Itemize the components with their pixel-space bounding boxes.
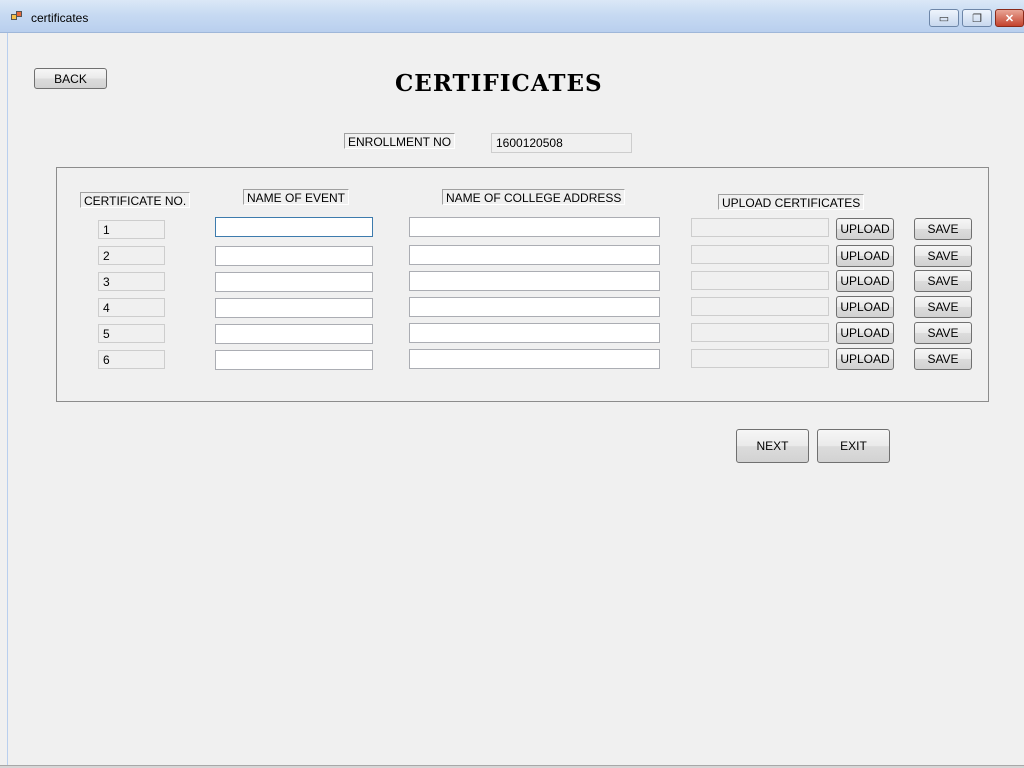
event-input-2[interactable] bbox=[215, 246, 373, 266]
event-input-4[interactable] bbox=[215, 298, 373, 318]
upload-path-2 bbox=[691, 245, 829, 264]
event-input-6[interactable] bbox=[215, 350, 373, 370]
save-button-6[interactable]: SAVE bbox=[914, 348, 972, 370]
cert-no-6: 6 bbox=[98, 350, 165, 369]
event-input-1[interactable] bbox=[215, 217, 373, 237]
college-input-6[interactable] bbox=[409, 349, 660, 369]
window-titlebar[interactable]: certificates ▭ ❐ ✕ bbox=[0, 0, 1024, 33]
save-button-5[interactable]: SAVE bbox=[914, 322, 972, 344]
upload-path-4 bbox=[691, 297, 829, 316]
minimize-icon: ▭ bbox=[938, 12, 950, 25]
col-name-of-event: NAME OF EVENT bbox=[243, 189, 350, 205]
cert-no-1: 1 bbox=[98, 220, 165, 239]
save-button-1[interactable]: SAVE bbox=[914, 218, 972, 240]
close-icon: ✕ bbox=[1004, 12, 1015, 25]
app-icon bbox=[11, 11, 23, 21]
col-certificate-no: CERTIFICATE NO. bbox=[80, 192, 191, 208]
exit-button[interactable]: EXIT bbox=[817, 429, 890, 463]
upload-button-2[interactable]: UPLOAD bbox=[836, 245, 894, 267]
enrollment-value: 1600120508 bbox=[491, 133, 632, 153]
back-button[interactable]: BACK bbox=[34, 68, 107, 89]
save-button-3[interactable]: SAVE bbox=[914, 270, 972, 292]
window-title: certificates bbox=[31, 11, 89, 25]
college-input-1[interactable] bbox=[409, 217, 660, 237]
event-input-3[interactable] bbox=[215, 272, 373, 292]
save-button-4[interactable]: SAVE bbox=[914, 296, 972, 318]
upload-button-1[interactable]: UPLOAD bbox=[836, 218, 894, 240]
upload-path-3 bbox=[691, 271, 829, 290]
cert-no-3: 3 bbox=[98, 272, 165, 291]
cert-no-4: 4 bbox=[98, 298, 165, 317]
col-college-address: NAME OF COLLEGE ADDRESS bbox=[442, 189, 626, 205]
college-input-2[interactable] bbox=[409, 245, 660, 265]
college-input-4[interactable] bbox=[409, 297, 660, 317]
upload-button-3[interactable]: UPLOAD bbox=[836, 270, 894, 292]
college-input-5[interactable] bbox=[409, 323, 660, 343]
maximize-button[interactable]: ❐ bbox=[962, 9, 992, 27]
save-button-2[interactable]: SAVE bbox=[914, 245, 972, 267]
next-button[interactable]: NEXT bbox=[736, 429, 809, 463]
col-upload-certificates: UPLOAD CERTIFICATES bbox=[718, 194, 865, 210]
cert-no-2: 2 bbox=[98, 246, 165, 265]
close-button[interactable]: ✕ bbox=[995, 9, 1024, 27]
college-input-3[interactable] bbox=[409, 271, 660, 291]
upload-button-6[interactable]: UPLOAD bbox=[836, 348, 894, 370]
upload-path-6 bbox=[691, 349, 829, 368]
upload-path-5 bbox=[691, 323, 829, 342]
page-title: CERTIFICATES bbox=[395, 70, 603, 97]
minimize-button[interactable]: ▭ bbox=[929, 9, 959, 27]
upload-path-1 bbox=[691, 218, 829, 237]
enrollment-label: ENROLLMENT NO bbox=[344, 133, 456, 149]
upload-button-4[interactable]: UPLOAD bbox=[836, 296, 894, 318]
upload-button-5[interactable]: UPLOAD bbox=[836, 322, 894, 344]
event-input-5[interactable] bbox=[215, 324, 373, 344]
maximize-icon: ❐ bbox=[972, 12, 982, 25]
cert-no-5: 5 bbox=[98, 324, 165, 343]
